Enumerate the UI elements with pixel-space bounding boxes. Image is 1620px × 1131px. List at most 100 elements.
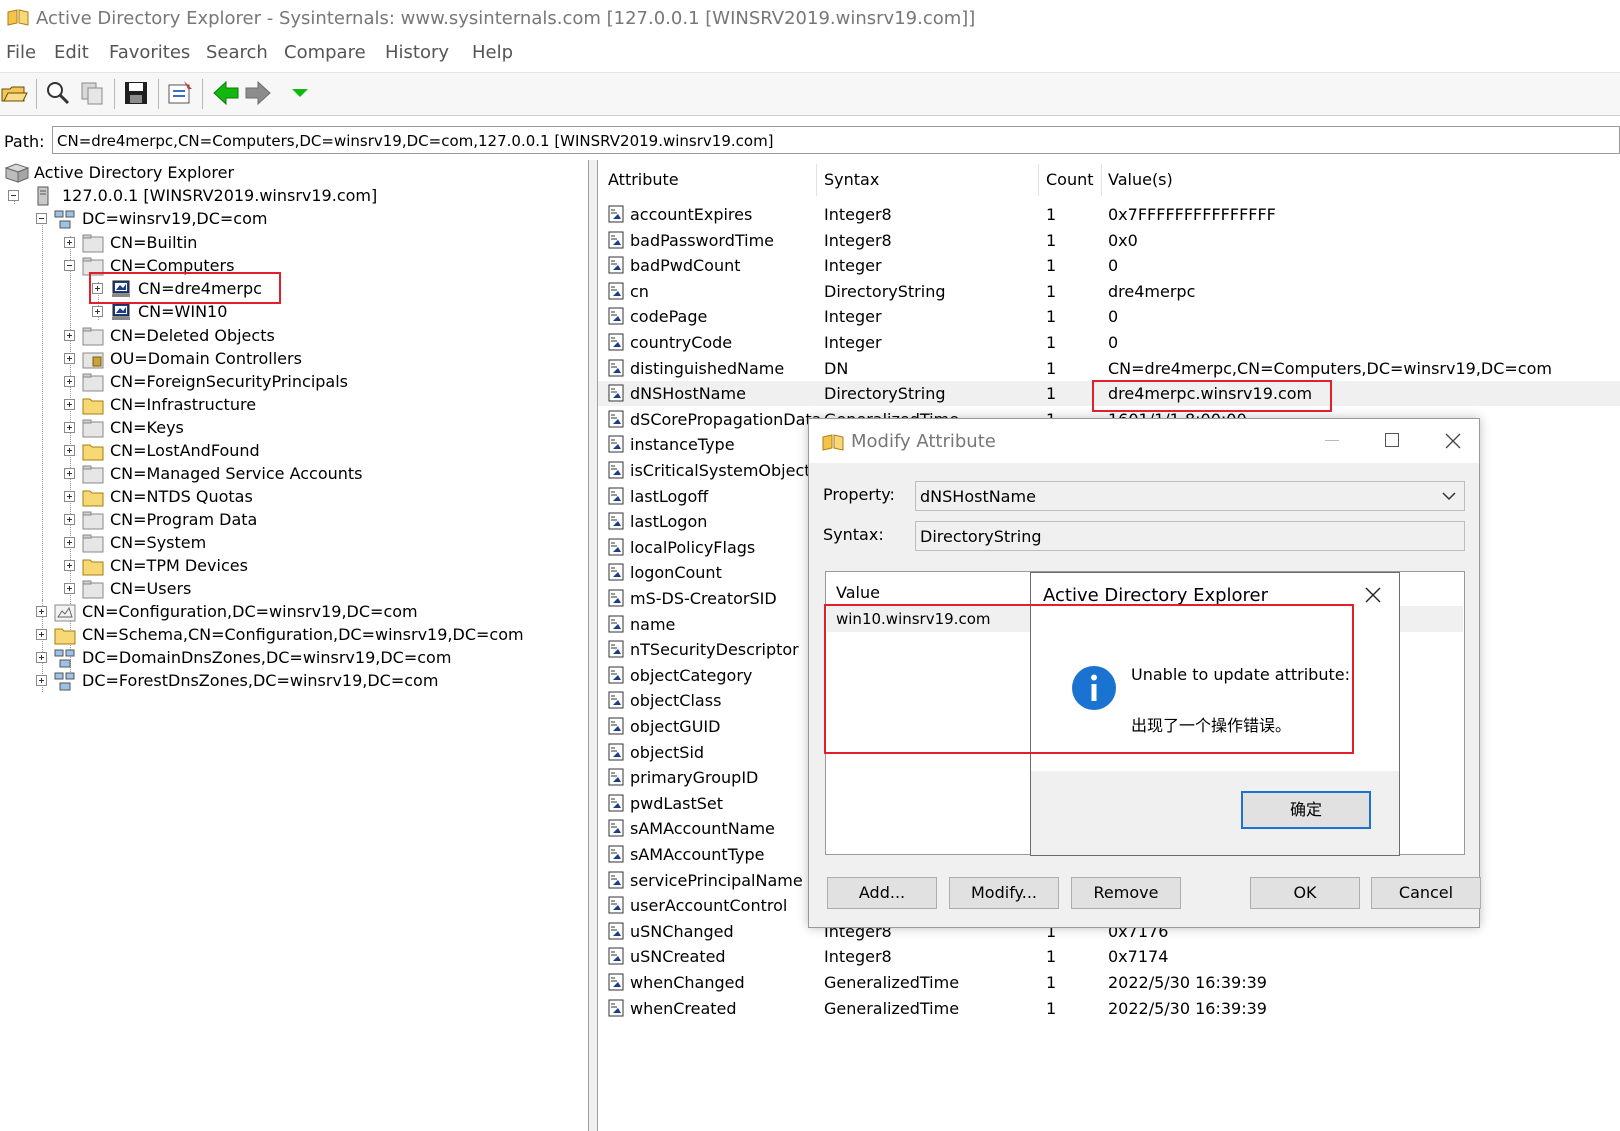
tree-item-builtin[interactable]: CN=Builtin — [64, 232, 584, 254]
back-icon[interactable] — [212, 79, 240, 107]
attribute-count: 1 — [1046, 358, 1057, 378]
expand-icon[interactable] — [64, 399, 75, 410]
pane-splitter[interactable] — [589, 160, 598, 1131]
expand-icon[interactable] — [36, 652, 47, 663]
expand-icon[interactable] — [36, 675, 47, 686]
tree-domain[interactable]: DC=winsrv19,DC=com — [36, 208, 584, 230]
menu-history[interactable]: History — [385, 42, 449, 63]
close-icon[interactable] — [1445, 433, 1461, 449]
tree-item-system[interactable]: CN=System — [64, 532, 584, 554]
tree-item-program-data[interactable]: CN=Program Data — [64, 509, 584, 531]
tree-item-managed-service-accounts[interactable]: CN=Managed Service Accounts — [64, 463, 584, 485]
tree-root[interactable]: Active Directory Explorer — [4, 162, 584, 184]
maximize-icon[interactable] — [1385, 433, 1399, 447]
expand-icon[interactable] — [64, 537, 75, 548]
cancel-button[interactable]: Cancel — [1371, 877, 1481, 909]
tree-item-infrastructure[interactable]: CN=Infrastructure — [64, 394, 584, 416]
expand-icon[interactable] — [64, 468, 75, 479]
expand-icon[interactable] — [64, 514, 75, 525]
ok-button[interactable]: OK — [1250, 877, 1360, 909]
attribute-row[interactable]: distinguishedName DN 1 CN=dre4merpc,CN=Comp… — [598, 356, 1620, 381]
attribute-syntax: DN — [824, 358, 849, 378]
modify-button[interactable]: Modify... — [949, 877, 1059, 909]
tree-item-keys[interactable]: CN=Keys — [64, 417, 584, 439]
attribute-icon — [608, 794, 624, 812]
menu-file[interactable]: File — [6, 42, 36, 63]
expand-icon[interactable] — [64, 560, 75, 571]
attribute-name: uSNCreated — [630, 947, 726, 967]
expand-icon[interactable] — [64, 491, 75, 502]
attribute-row[interactable]: uSNCreated Integer8 1 0x7174 — [598, 944, 1620, 969]
minimize-icon[interactable] — [1325, 440, 1339, 441]
attribute-row[interactable]: accountExpires Integer8 1 0x7FFFFFFFFFFFFFF… — [598, 202, 1620, 227]
property-select[interactable]: dNSHostName — [915, 481, 1465, 511]
tree-pane[interactable]: Active Directory Explorer 127.0.0.1 [WIN… — [0, 160, 589, 1131]
tree-item-tpm-devices[interactable]: CN=TPM Devices — [64, 555, 584, 577]
collapse-icon[interactable] — [64, 260, 75, 271]
attribute-value: 0 — [1108, 256, 1119, 276]
expand-icon[interactable] — [64, 376, 75, 387]
attribute-row[interactable]: whenChanged GeneralizedTime 1 2022/5/30 16:… — [598, 970, 1620, 995]
history-dropdown-icon[interactable] — [286, 79, 314, 107]
attribute-row[interactable]: cn DirectoryString 1 dre4merpc — [598, 279, 1620, 304]
attribute-count: 1 — [1046, 230, 1057, 250]
menu-favorites[interactable]: Favorites — [109, 42, 190, 63]
folder-icon — [82, 398, 104, 415]
tree-item-domain-controllers[interactable]: OU=Domain Controllers — [64, 348, 584, 370]
expand-icon[interactable] — [64, 330, 75, 341]
tree-item-schema[interactable]: CN=Schema,CN=Configuration,DC=winsrv19,D… — [36, 624, 584, 646]
tree-item-win10[interactable]: CN=WIN10 — [92, 301, 584, 323]
tree-item-deleted-objects[interactable]: CN=Deleted Objects — [64, 325, 584, 347]
collapse-icon[interactable] — [8, 190, 19, 201]
open-icon[interactable] — [0, 79, 28, 107]
search-icon[interactable] — [44, 79, 72, 107]
expand-icon[interactable] — [92, 306, 103, 317]
confirm-button[interactable]: 确定 — [1241, 791, 1371, 829]
collapse-icon[interactable] — [36, 213, 47, 224]
expand-icon[interactable] — [64, 583, 75, 594]
properties-icon[interactable] — [166, 79, 194, 107]
tree-item-domain-dns-zones[interactable]: DC=DomainDnsZones,DC=winsrv19,DC=com — [36, 647, 584, 669]
tree-item-label: CN=LostAndFound — [110, 441, 260, 460]
column-header-count[interactable]: Count — [1046, 170, 1094, 189]
tree-item-configuration[interactable]: CN=Configuration,DC=winsrv19,DC=com — [36, 601, 584, 623]
path-field[interactable]: CN=dre4merpc,CN=Computers,DC=winsrv19,DC… — [52, 126, 1620, 154]
column-header-syntax[interactable]: Syntax — [824, 170, 879, 189]
tree-item-users[interactable]: CN=Users — [64, 578, 584, 600]
tree-item-forest-dns-zones[interactable]: DC=ForestDnsZones,DC=winsrv19,DC=com — [36, 670, 584, 692]
menu-help[interactable]: Help — [472, 42, 513, 63]
expand-icon[interactable] — [64, 445, 75, 456]
menu-edit[interactable]: Edit — [54, 42, 89, 63]
attribute-row[interactable]: codePage Integer 1 0 — [598, 304, 1620, 329]
tree-item-ntds-quotas[interactable]: CN=NTDS Quotas — [64, 486, 584, 508]
attribute-row[interactable]: badPwdCount Integer 1 0 — [598, 253, 1620, 278]
tree-server[interactable]: 127.0.0.1 [WINSRV2019.winsrv19.com] — [8, 185, 584, 207]
menu-search[interactable]: Search — [206, 42, 268, 63]
tree-item-foreign-security-principals[interactable]: CN=ForeignSecurityPrincipals — [64, 371, 584, 393]
remove-button[interactable]: Remove — [1071, 877, 1181, 909]
attribute-row[interactable]: badPasswordTime Integer8 1 0x0 — [598, 228, 1620, 253]
tree-item-label: CN=Program Data — [110, 510, 258, 529]
expand-icon[interactable] — [64, 353, 75, 364]
app-book-icon — [7, 9, 29, 26]
expand-icon[interactable] — [64, 422, 75, 433]
attribute-count: 1 — [1046, 998, 1057, 1018]
tree-item-label: CN=Managed Service Accounts — [110, 464, 363, 483]
compare-icon[interactable] — [78, 79, 106, 107]
values-list-header[interactable]: Value — [836, 583, 880, 602]
save-icon[interactable] — [122, 79, 150, 107]
attribute-row[interactable]: whenCreated GeneralizedTime 1 2022/5/30 16:… — [598, 996, 1620, 1021]
expand-icon[interactable] — [64, 237, 75, 248]
tree-item-lost-and-found[interactable]: CN=LostAndFound — [64, 440, 584, 462]
path-value: CN=dre4merpc,CN=Computers,DC=winsrv19,DC… — [57, 132, 774, 150]
tree-item-label: CN=Schema,CN=Configuration,DC=winsrv19,D… — [82, 625, 524, 644]
attribute-row[interactable]: countryCode Integer 1 0 — [598, 330, 1620, 355]
forward-icon[interactable] — [244, 79, 272, 107]
expand-icon[interactable] — [36, 606, 47, 617]
column-header-attribute[interactable]: Attribute — [608, 170, 679, 189]
column-header-values[interactable]: Value(s) — [1108, 170, 1173, 189]
close-icon[interactable] — [1365, 587, 1381, 603]
add-button[interactable]: Add... — [827, 877, 937, 909]
expand-icon[interactable] — [36, 629, 47, 640]
menu-compare[interactable]: Compare — [284, 42, 366, 63]
